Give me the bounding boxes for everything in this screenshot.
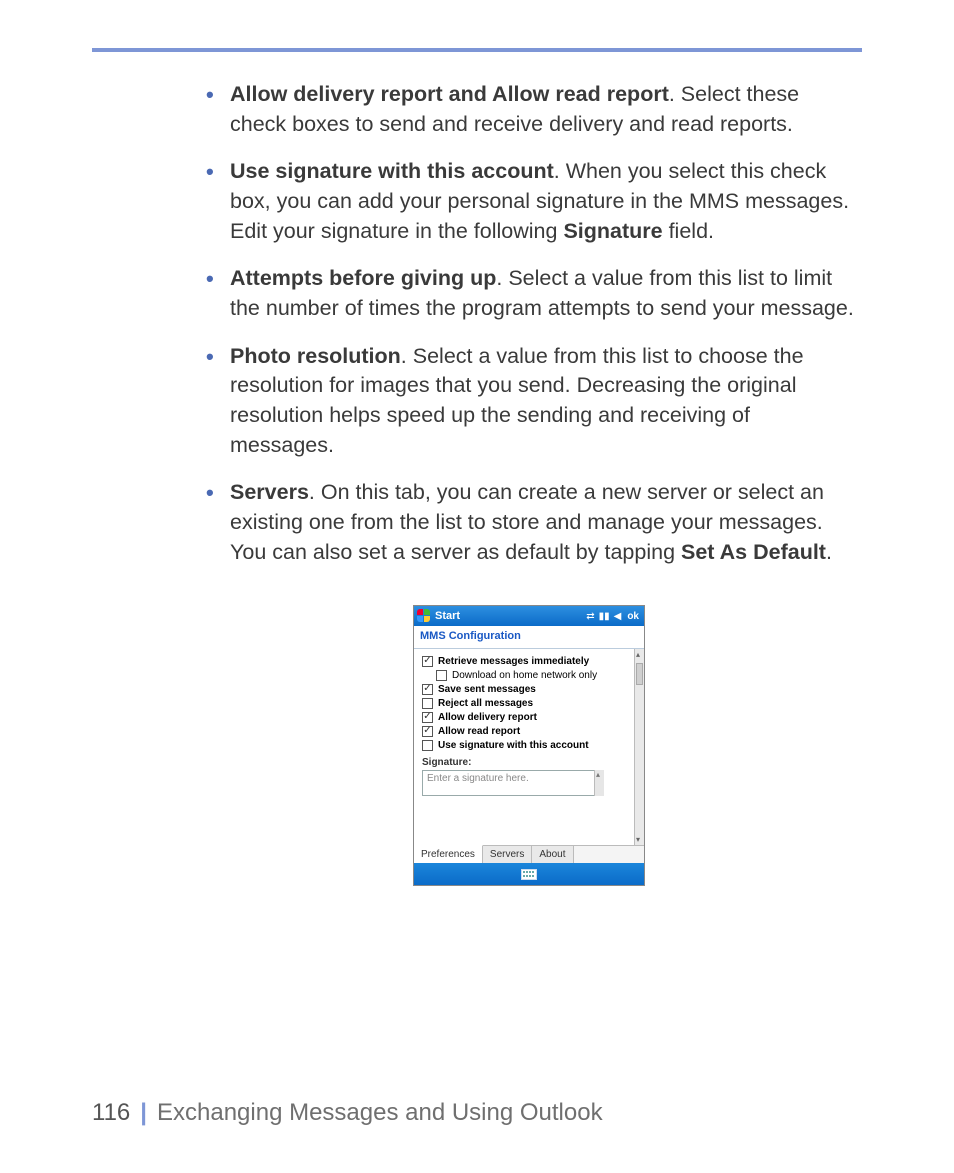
checkbox-row[interactable]: Use signature with this account [422, 740, 632, 751]
checkbox-row[interactable]: Allow delivery report [422, 712, 632, 723]
checkbox-row[interactable]: Save sent messages [422, 684, 632, 695]
device-body: Retrieve messages immediately Download on… [414, 649, 644, 845]
main-content: Allow delivery report and Allow read rep… [200, 80, 858, 886]
bullet-item: Servers. On this tab, you can create a n… [200, 478, 858, 567]
checkbox-label: Save sent messages [438, 684, 536, 695]
keyboard-icon[interactable] [521, 869, 537, 880]
ok-button[interactable]: ok [625, 611, 641, 622]
bullet-item: Attempts before giving up. Select a valu… [200, 264, 858, 323]
checkbox-label: Download on home network only [452, 670, 597, 681]
page-footer: 116 | Exchanging Messages and Using Outl… [92, 1099, 603, 1127]
page-number: 116 [92, 1099, 130, 1127]
bullet-item: Photo resolution. Select a value from th… [200, 342, 858, 461]
tab-preferences[interactable]: Preferences [414, 845, 483, 863]
signal-icon: ▮▮ [599, 611, 610, 622]
checkbox-label: Retrieve messages immediately [438, 656, 589, 667]
checkbox[interactable] [422, 726, 433, 737]
windows-flag-icon [417, 609, 431, 623]
signature-label: Signature: [422, 757, 632, 768]
start-button[interactable]: Start [435, 610, 460, 622]
signature-placeholder: Enter a signature here. [427, 773, 529, 784]
device-titlebar: Start ⇄ ▮▮ ◀ ok [414, 606, 644, 626]
device-bottom-bar [414, 863, 644, 885]
device-tabs: PreferencesServersAbout [414, 845, 644, 863]
footer-divider: | [140, 1099, 147, 1127]
checkbox-row[interactable]: Allow read report [422, 726, 632, 737]
top-rule [92, 48, 862, 52]
checkbox-label: Reject all messages [438, 698, 533, 709]
device-screenshot: Start ⇄ ▮▮ ◀ ok MMS Configuration Retrie… [413, 605, 645, 886]
checkbox-label: Allow delivery report [438, 712, 537, 723]
volume-icon: ◀ [614, 611, 622, 622]
checkbox[interactable] [422, 740, 433, 751]
checkbox[interactable] [422, 712, 433, 723]
checkbox-row[interactable]: Retrieve messages immediately [422, 656, 632, 667]
tab-about[interactable]: About [532, 846, 573, 863]
checkbox-label: Allow read report [438, 726, 520, 737]
bullet-item: Allow delivery report and Allow read rep… [200, 80, 858, 139]
checkbox[interactable] [422, 698, 433, 709]
checkbox[interactable] [422, 656, 433, 667]
body-scrollbar[interactable]: ▴ ▾ [634, 649, 644, 845]
tab-servers[interactable]: Servers [483, 846, 532, 863]
scroll-up-icon[interactable]: ▴ [636, 650, 640, 659]
checkbox-label: Use signature with this account [438, 740, 589, 751]
status-tray[interactable]: ⇄ ▮▮ ◀ ok [586, 611, 641, 622]
bullet-item: Use signature with this account. When yo… [200, 157, 858, 246]
bullet-list: Allow delivery report and Allow read rep… [200, 80, 858, 567]
signature-input[interactable]: Enter a signature here. [422, 770, 604, 796]
scroll-down-icon[interactable]: ▾ [636, 835, 640, 844]
checkbox-row[interactable]: Reject all messages [422, 698, 632, 709]
app-title: MMS Configuration [414, 626, 644, 649]
checkbox-row[interactable]: Download on home network only [436, 670, 632, 681]
checkbox[interactable] [422, 684, 433, 695]
device-screenshot-wrap: Start ⇄ ▮▮ ◀ ok MMS Configuration Retrie… [200, 605, 858, 886]
connectivity-icon: ⇄ [586, 611, 594, 622]
checkbox[interactable] [436, 670, 447, 681]
scroll-thumb[interactable] [636, 663, 643, 685]
footer-title: Exchanging Messages and Using Outlook [157, 1099, 603, 1127]
signature-scrollbar[interactable] [594, 770, 604, 796]
